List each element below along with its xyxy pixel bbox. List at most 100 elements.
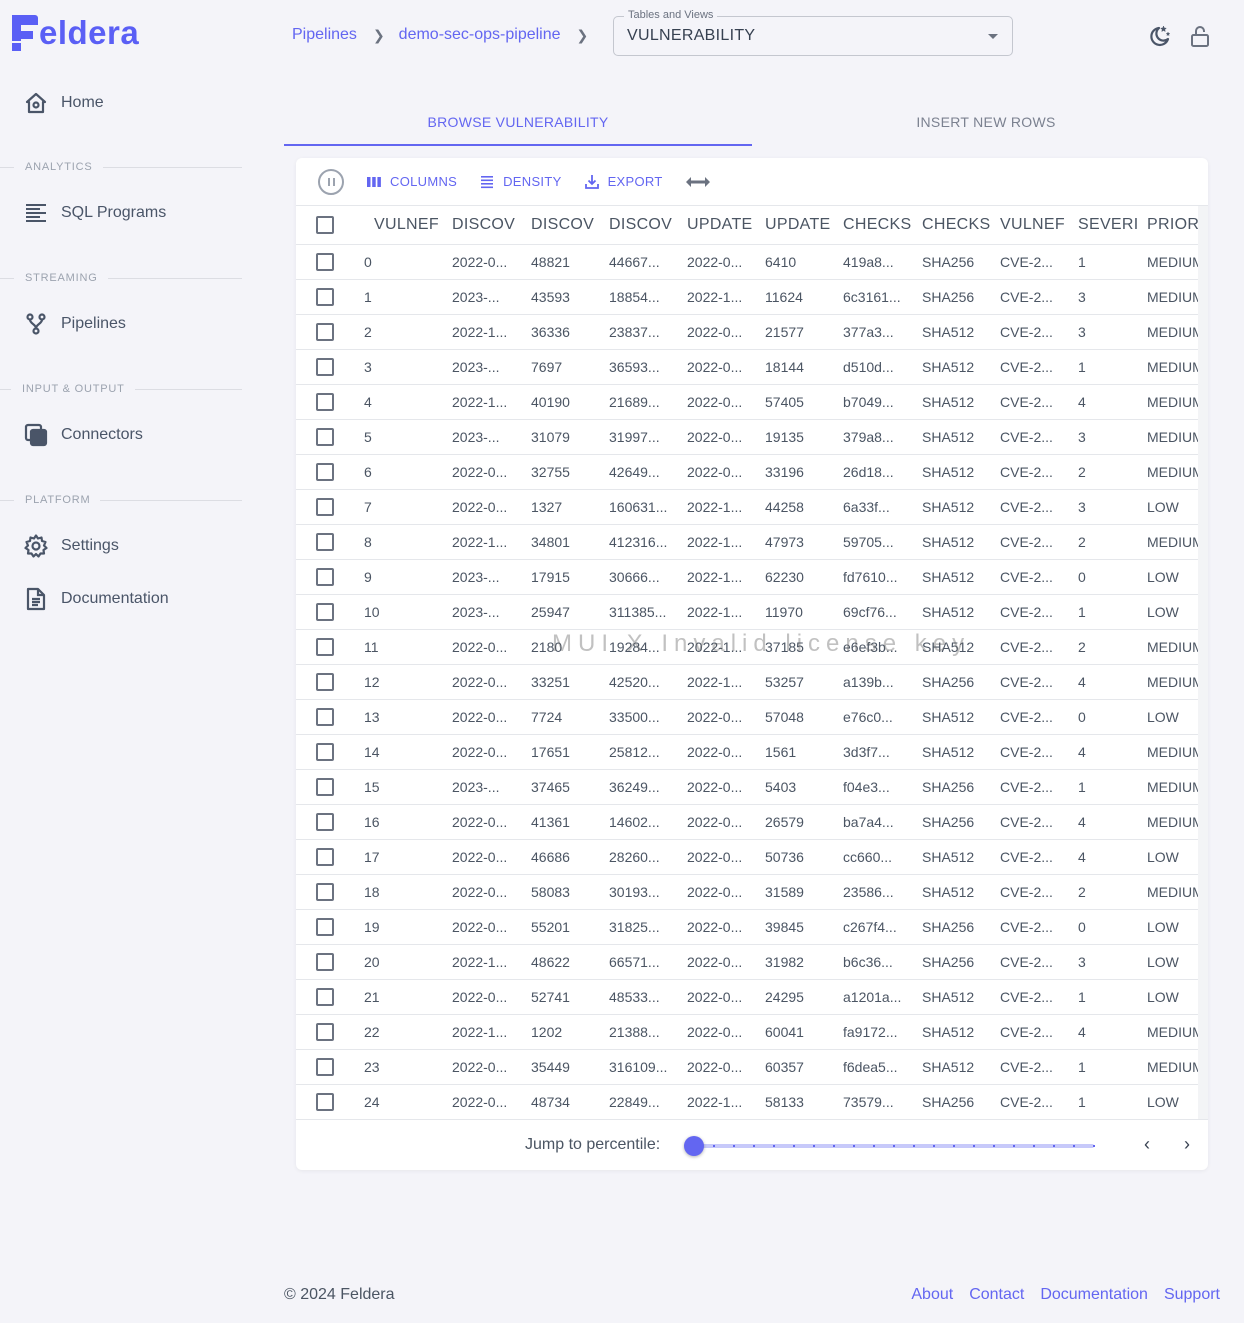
table-cell[interactable]: 2022-1... [442, 944, 521, 980]
table-cell[interactable]: 30193... [599, 874, 677, 910]
column-header[interactable]: DISCOV [599, 206, 677, 245]
table-cell[interactable]: 21 [364, 979, 442, 1015]
table-cell[interactable]: CVE-2... [990, 559, 1068, 595]
sidebar-item-home[interactable]: Home [24, 91, 104, 115]
table-cell[interactable]: 19284... [599, 629, 677, 665]
footer-link-documentation[interactable]: Documentation [1040, 1286, 1148, 1304]
table-cell[interactable]: 311385... [599, 594, 677, 630]
table-cell[interactable]: 21689... [599, 384, 677, 420]
table-cell[interactable]: 2022-1... [442, 314, 521, 350]
table-cell[interactable]: 59705... [833, 524, 912, 560]
table-cell[interactable]: 14602... [599, 804, 677, 840]
column-header[interactable]: VULNEF [990, 206, 1068, 245]
table-cell[interactable]: 31997... [599, 419, 677, 455]
table-row[interactable]: 24 2022-0... 48734 22849... 2022-1... 58133 73… [296, 1084, 1208, 1120]
table-cell[interactable]: 66571... [599, 944, 677, 980]
table-cell[interactable]: 2023-... [442, 349, 521, 385]
table-cell[interactable]: fa9172... [833, 1014, 912, 1050]
table-cell[interactable]: 36336 [521, 314, 599, 350]
table-cell[interactable]: 3 [1068, 489, 1137, 525]
table-row[interactable]: 4 2022-1... 40190 21689... 2022-0... 57405 b70… [296, 384, 1208, 420]
table-cell[interactable]: e76c0... [833, 699, 912, 735]
sidebar-item-connectors[interactable]: Connectors [24, 423, 143, 447]
table-row[interactable]: 6 2022-0... 32755 42649... 2022-0... 33196 26d… [296, 454, 1208, 490]
table-row[interactable]: 21 2022-0... 52741 48533... 2022-0... 24295 a1… [296, 979, 1208, 1015]
table-cell[interactable]: 2 [1068, 454, 1137, 490]
table-cell[interactable]: 2022-0... [677, 804, 755, 840]
row-checkbox[interactable] [316, 252, 334, 271]
table-cell[interactable]: SHA256 [912, 244, 990, 280]
table-row[interactable]: 5 2023-... 31079 31997... 2022-0... 19135 379a… [296, 419, 1208, 455]
table-cell[interactable]: 4 [364, 384, 442, 420]
table-cell[interactable]: 17651 [521, 734, 599, 770]
table-cell[interactable]: 34801 [521, 524, 599, 560]
table-cell[interactable]: 2022-0... [677, 1049, 755, 1085]
columns-button[interactable]: COLUMNS [366, 174, 457, 189]
table-cell[interactable]: 21388... [599, 1014, 677, 1050]
table-cell[interactable]: SHA256 [912, 909, 990, 945]
table-cell[interactable]: 377a3... [833, 314, 912, 350]
table-row[interactable]: 3 2023-... 7697 36593... 2022-0... 18144 d510d… [296, 349, 1208, 385]
table-cell[interactable]: 1 [1068, 1049, 1137, 1085]
table-cell[interactable]: 33196 [755, 454, 833, 490]
table-cell[interactable]: 0 [364, 244, 442, 280]
table-cell[interactable]: 36249... [599, 769, 677, 805]
table-cell[interactable]: 7697 [521, 349, 599, 385]
table-cell[interactable]: 6c3161... [833, 279, 912, 315]
table-cell[interactable]: 2022-0... [677, 909, 755, 945]
export-button[interactable]: EXPORT [584, 174, 663, 190]
table-cell[interactable]: 2 [1068, 874, 1137, 910]
table-cell[interactable]: 1 [1068, 979, 1137, 1015]
table-cell[interactable]: 2023-... [442, 769, 521, 805]
table-cell[interactable]: 2022-0... [442, 489, 521, 525]
table-cell[interactable]: 316109... [599, 1049, 677, 1085]
table-cell[interactable]: SHA256 [912, 664, 990, 700]
table-cell[interactable]: 0 [1068, 559, 1137, 595]
table-cell[interactable]: 2022-0... [677, 839, 755, 875]
table-view-select[interactable]: Tables and Views VULNERABILITY [613, 9, 1013, 56]
table-cell[interactable]: 2022-1... [677, 664, 755, 700]
table-cell[interactable]: 2022-0... [677, 979, 755, 1015]
table-cell[interactable]: 18144 [755, 349, 833, 385]
row-checkbox[interactable] [316, 532, 334, 551]
table-cell[interactable]: 17 [364, 839, 442, 875]
table-cell[interactable]: b6c36... [833, 944, 912, 980]
table-row[interactable]: 19 2022-0... 55201 31825... 2022-0... 39845 c2… [296, 909, 1208, 945]
table-cell[interactable]: 35449 [521, 1049, 599, 1085]
table-cell[interactable]: 2 [1068, 524, 1137, 560]
table-cell[interactable]: 25947 [521, 594, 599, 630]
table-cell[interactable]: 2 [364, 314, 442, 350]
autosize-columns-button[interactable] [685, 175, 719, 189]
table-cell[interactable]: 8 [364, 524, 442, 560]
table-cell[interactable]: 2022-0... [442, 874, 521, 910]
table-cell[interactable]: 2022-0... [442, 629, 521, 665]
column-header[interactable]: VULNEF [364, 206, 442, 245]
table-row[interactable]: 11 2022-0... 2180 19284... 2022-1... 37185 e6e… [296, 629, 1208, 665]
table-cell[interactable]: SHA512 [912, 1049, 990, 1085]
table-cell[interactable]: CVE-2... [990, 909, 1068, 945]
table-cell[interactable]: 2023-... [442, 279, 521, 315]
table-cell[interactable]: f6dea5... [833, 1049, 912, 1085]
column-header[interactable]: CHECKS [912, 206, 990, 245]
table-cell[interactable]: 1 [1068, 244, 1137, 280]
table-cell[interactable]: SHA256 [912, 804, 990, 840]
table-cell[interactable]: 2022-0... [677, 384, 755, 420]
table-cell[interactable]: 57048 [755, 699, 833, 735]
column-header[interactable]: CHECKS [833, 206, 912, 245]
table-row[interactable]: 8 2022-1... 34801 412316... 2022-1... 47973 59… [296, 524, 1208, 560]
table-cell[interactable]: c267f4... [833, 909, 912, 945]
sidebar-item-pipelines[interactable]: Pipelines [24, 312, 126, 336]
table-cell[interactable]: 2022-1... [442, 1014, 521, 1050]
table-cell[interactable]: 3 [1068, 279, 1137, 315]
column-header[interactable]: UPDATE [755, 206, 833, 245]
table-cell[interactable]: d510d... [833, 349, 912, 385]
table-cell[interactable]: b7049... [833, 384, 912, 420]
theme-toggle-icon[interactable] [1148, 24, 1172, 48]
row-checkbox[interactable] [316, 1022, 334, 1041]
table-cell[interactable]: 1 [364, 279, 442, 315]
table-cell[interactable]: 2022-1... [677, 559, 755, 595]
table-cell[interactable]: 1 [1068, 594, 1137, 630]
table-cell[interactable]: CVE-2... [990, 454, 1068, 490]
table-cell[interactable]: 26d18... [833, 454, 912, 490]
table-cell[interactable]: e6ef3b... [833, 629, 912, 665]
